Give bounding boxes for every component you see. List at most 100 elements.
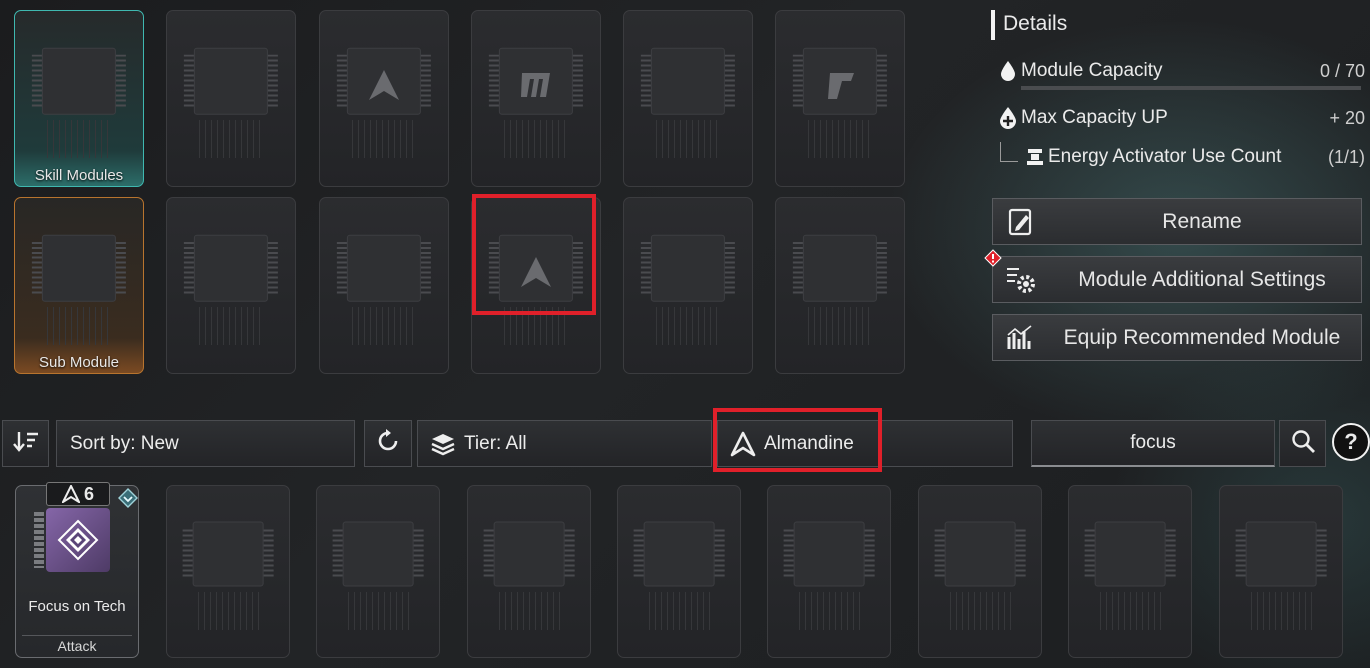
circuit-traces <box>656 119 720 158</box>
circuit-traces <box>504 119 568 158</box>
capacity-up-icon <box>995 106 1021 130</box>
circuit-traces <box>347 592 409 630</box>
sort-dropdown[interactable]: Sort by: New <box>56 420 355 467</box>
max-capacity-label: Max Capacity UP <box>1021 107 1168 128</box>
module-slot-10[interactable] <box>775 197 905 374</box>
tier-filter-dropdown[interactable]: Tier: All <box>417 420 712 467</box>
module-slot-3[interactable] <box>471 10 601 187</box>
max-capacity-row: Max Capacity UP + 20 <box>995 106 1365 130</box>
module-slot-2[interactable] <box>319 10 449 187</box>
sort-label: Sort by: New <box>70 432 179 454</box>
sub-module-slot[interactable]: Sub Module <box>14 197 144 374</box>
energy-activator-label: Energy Activator Use Count <box>1048 146 1282 167</box>
inventory-slot[interactable] <box>1219 485 1343 658</box>
settings-gear-icon <box>993 265 1049 295</box>
circuit-traces <box>199 119 263 158</box>
chip-graphic <box>640 47 736 115</box>
module-type-icon <box>118 488 138 508</box>
energy-activator-row: Energy Activator Use Count (1/1) <box>1000 142 1365 168</box>
slot-highlight-box <box>472 194 596 315</box>
chip-graphic <box>31 47 127 115</box>
sort-order-toggle[interactable] <box>2 420 49 467</box>
module-level-badge: 6 <box>46 482 110 506</box>
reset-filter-button[interactable] <box>364 420 412 467</box>
module-category: Attack <box>22 635 132 655</box>
help-icon: ? <box>1344 429 1358 454</box>
circuit-traces <box>648 592 710 630</box>
chip-graphic <box>182 521 274 587</box>
max-capacity-value: + 20 <box>1329 107 1365 128</box>
details-title: Details <box>1003 12 1068 35</box>
circuit-traces <box>808 119 872 158</box>
circuit-traces <box>949 592 1011 630</box>
chip-graphic <box>633 521 725 587</box>
inventory-slot[interactable] <box>617 485 741 658</box>
circuit-traces <box>1099 592 1161 630</box>
focus-target-icon <box>57 519 99 561</box>
module-name: Focus on Tech <box>28 598 126 615</box>
inventory-slot[interactable] <box>767 485 891 658</box>
circuit-traces <box>197 592 259 630</box>
rename-label: Rename <box>1162 209 1242 233</box>
search-field[interactable]: focus <box>1031 420 1275 467</box>
almandine-socket-icon <box>61 485 80 503</box>
skill-module-slot[interactable]: Skill Modules <box>14 10 144 187</box>
circuit-traces <box>352 119 416 158</box>
module-slot-4[interactable] <box>623 10 753 187</box>
rename-button[interactable]: Rename <box>992 198 1362 245</box>
module-additional-settings-label: Module Additional Settings <box>1078 267 1326 291</box>
circuit-traces <box>656 306 720 345</box>
droplet-icon <box>995 60 1021 82</box>
module-art <box>46 508 110 572</box>
skill-modules-label: Skill Modules <box>34 167 124 184</box>
circuit-traces <box>798 592 860 630</box>
inventory-slot[interactable] <box>316 485 440 658</box>
module-card-focus-on-tech[interactable]: 6 Focus on Tech Attack <box>15 482 139 658</box>
tree-connector <box>1000 142 1018 162</box>
chip-graphic <box>183 234 279 302</box>
edit-icon <box>993 207 1049 237</box>
layers-icon <box>430 432 456 456</box>
module-slot-9[interactable] <box>623 197 753 374</box>
module-slot-7[interactable] <box>319 197 449 374</box>
circuit-traces <box>352 306 416 345</box>
circuit-traces <box>199 306 263 345</box>
module-slot-1[interactable] <box>166 10 296 187</box>
energy-activator-value: (1/1) <box>1327 146 1365 167</box>
module-slot-6[interactable] <box>166 197 296 374</box>
equip-recommended-module-label: Equip Recommended Module <box>1063 325 1341 349</box>
sub-module-label: Sub Module <box>38 354 120 371</box>
module-slot-5[interactable] <box>775 10 905 187</box>
inventory-slot[interactable] <box>166 485 290 658</box>
energy-activator-icon <box>1022 147 1048 167</box>
search-input-value: focus <box>1130 432 1176 453</box>
help-button[interactable]: ? <box>1332 423 1370 461</box>
alert-badge-icon <box>984 249 1002 267</box>
chip-graphic <box>1084 521 1176 587</box>
search-icon <box>1290 428 1316 460</box>
chip-graphic <box>792 234 888 302</box>
module-additional-settings-button[interactable]: Module Additional Settings <box>992 256 1362 303</box>
search-button[interactable] <box>1279 420 1326 467</box>
circuit-traces <box>808 306 872 345</box>
module-level: 6 <box>83 483 94 504</box>
capacity-pips <box>34 512 44 568</box>
malachite-socket-icon <box>472 67 600 110</box>
chip-graphic <box>483 521 575 587</box>
chip-graphic <box>183 47 279 115</box>
circuit-traces <box>47 119 111 158</box>
chip-graphic <box>783 521 875 587</box>
recommend-chart-icon <box>993 323 1049 353</box>
inventory-slot[interactable] <box>918 485 1042 658</box>
refresh-icon <box>375 428 401 460</box>
circuit-traces <box>47 306 111 345</box>
chip-graphic <box>332 521 424 587</box>
almandine-socket-icon <box>320 67 448 110</box>
inventory-slot[interactable] <box>1068 485 1192 658</box>
inventory-slot[interactable] <box>467 485 591 658</box>
chip-graphic <box>1235 521 1327 587</box>
tier-label: Tier: All <box>464 432 527 454</box>
module-capacity-row: Module Capacity 0 / 70 <box>995 60 1365 82</box>
chip-graphic <box>31 234 127 302</box>
equip-recommended-module-button[interactable]: Equip Recommended Module <box>992 314 1362 361</box>
